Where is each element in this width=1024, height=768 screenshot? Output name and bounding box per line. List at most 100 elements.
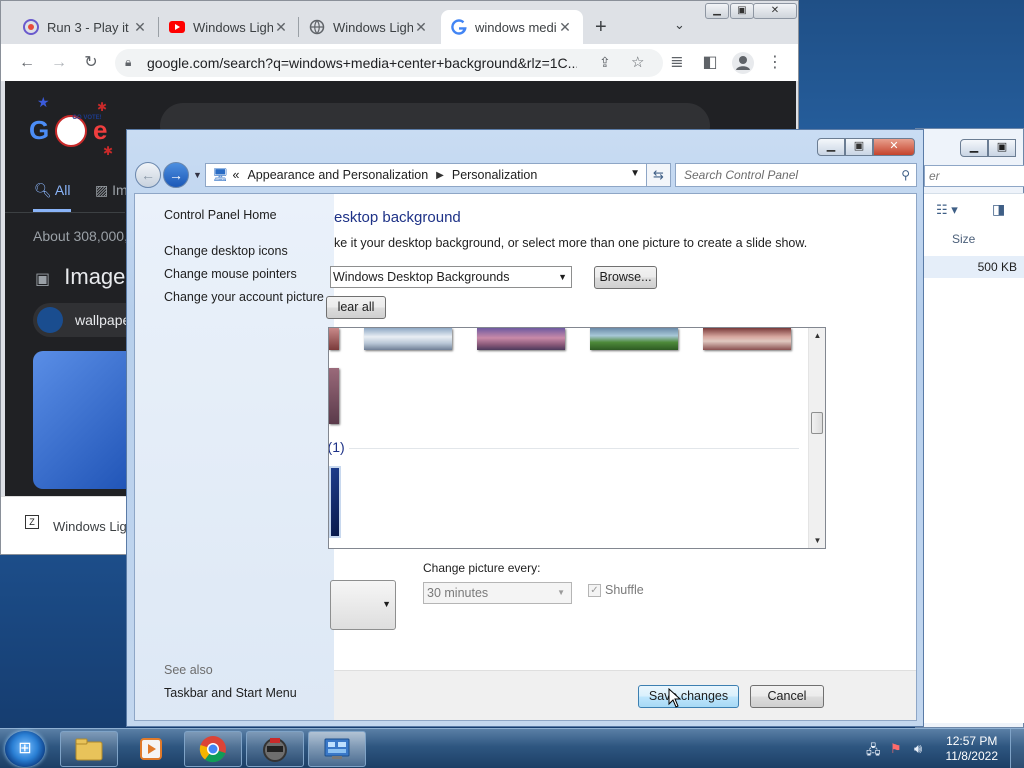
volume-icon[interactable]: 🔊︎ — [914, 741, 922, 757]
control-panel-home-link[interactable]: Control Panel Home — [164, 208, 277, 222]
minimize-icon[interactable]: ▁ — [960, 139, 988, 157]
share-icon[interactable]: ⇪ — [599, 54, 611, 71]
reading-list-icon[interactable]: ≣ — [667, 53, 687, 73]
scroll-thumb[interactable] — [811, 412, 823, 434]
save-changes-button[interactable]: Save changes — [638, 685, 739, 708]
file-row[interactable]: 500 KB — [924, 256, 1024, 278]
lock-icon: 🔒︎ — [125, 55, 132, 69]
wallpaper-thumbnail[interactable] — [329, 368, 339, 424]
close-tab-icon[interactable]: ✕ — [273, 19, 289, 36]
taskbar-media-player[interactable] — [122, 731, 180, 767]
browse-button[interactable]: Browse... — [594, 266, 657, 289]
show-desktop-button[interactable] — [1010, 729, 1024, 768]
refresh-icon[interactable]: ⇆ — [647, 163, 671, 187]
shuffle-checkbox[interactable]: ✓ Shuffle — [588, 583, 644, 597]
wallpaper-thumbnail-selected[interactable] — [329, 466, 341, 538]
download-item[interactable]: Windows Lig — [53, 519, 127, 534]
svg-text:★: ★ — [37, 94, 50, 110]
scroll-down-icon[interactable]: ▼ — [809, 536, 825, 545]
tab-images[interactable]: ▨ Im — [95, 182, 128, 199]
minimize-icon[interactable]: ▁ — [705, 3, 729, 19]
forward-icon[interactable]: → — [163, 162, 189, 188]
action-center-flag-icon[interactable]: ⚑ — [890, 741, 902, 757]
breadcrumb-overflow[interactable]: « — [233, 168, 240, 182]
breadcrumb-arrow-icon[interactable]: ▶ — [436, 170, 444, 181]
maximize-icon[interactable]: ▣ — [845, 138, 873, 156]
profile-avatar[interactable] — [732, 52, 754, 74]
change-picture-label: Change picture every: — [423, 561, 541, 575]
maximize-icon[interactable]: ▣ — [988, 139, 1016, 157]
tab-search-chevron-icon[interactable]: ⌄ — [674, 17, 685, 33]
interval-select[interactable]: 30 minutes ▼ — [423, 582, 572, 604]
tab-all[interactable]: 🔍︎ All — [34, 182, 70, 199]
close-icon[interactable]: ✕ — [753, 3, 797, 19]
globe-icon — [309, 19, 325, 35]
clock[interactable]: 12:57 PM 11/8/2022 — [946, 734, 999, 764]
picture-location-select[interactable]: Windows Desktop Backgrounds ▼ — [330, 266, 572, 288]
tab-youtube[interactable]: Windows Ligh ✕ — [159, 10, 299, 44]
side-panel-icon[interactable]: ◧ — [700, 53, 720, 73]
tab-windows-light[interactable]: Windows Ligh ✕ — [299, 10, 439, 44]
change-desktop-icons-link[interactable]: Change desktop icons — [164, 244, 288, 258]
scroll-up-icon[interactable]: ▲ — [809, 331, 825, 340]
back-icon[interactable]: ← — [17, 53, 37, 73]
network-icon[interactable]: 🖧︎ — [866, 741, 881, 763]
wallpaper-thumbnail[interactable] — [364, 328, 452, 350]
windows-logo-icon: ⊞ — [18, 740, 32, 757]
caption-buttons: ▁ ▣ ✕ — [817, 138, 915, 156]
back-icon[interactable]: ← — [135, 162, 161, 188]
picture-position-select[interactable]: ▼ — [330, 580, 396, 630]
tab-title: windows medi — [475, 19, 557, 35]
gallery-scrollbar[interactable]: ▲ ▼ — [808, 328, 825, 548]
checkmark-icon: ✓ — [588, 583, 601, 597]
recent-pages-icon[interactable]: ▼ — [193, 170, 202, 180]
view-options-icon[interactable]: ☷ ▾ — [936, 202, 958, 218]
taskbar-app[interactable] — [246, 731, 304, 767]
page-title: esktop background — [334, 209, 461, 226]
tab-run3[interactable]: Run 3 - Play it ✕ — [13, 10, 158, 44]
wallpaper-thumbnail[interactable] — [329, 328, 339, 350]
taskbar-explorer[interactable] — [60, 731, 118, 767]
breadcrumb-appearance[interactable]: Appearance and Personalization — [247, 168, 428, 182]
chrome-toolbar: ← → ↻ 🔒︎ google.com/search?q=windows+med… — [1, 44, 798, 81]
wallpaper-thumbnail[interactable] — [590, 328, 678, 350]
preview-pane-icon[interactable]: ◨ — [992, 201, 1005, 218]
address-dropdown-icon[interactable]: ▼ — [630, 168, 640, 179]
taskbar-start-menu-link[interactable]: Taskbar and Start Menu — [164, 686, 297, 700]
search-icon[interactable]: ⚲ — [901, 164, 910, 186]
taskbar-control-panel[interactable] — [308, 731, 366, 767]
start-button[interactable]: ⊞ — [5, 731, 45, 767]
close-tab-icon[interactable]: ✕ — [132, 19, 148, 36]
tab-windows-media[interactable]: windows medi ✕ — [441, 10, 583, 44]
file-list: ☷ ▾ ◨ Size 500 KB — [924, 193, 1024, 723]
search-control-panel-input[interactable]: Search Control Panel ⚲ — [675, 163, 917, 187]
tab-title: Run 3 - Play it — [47, 19, 129, 35]
close-tab-icon[interactable]: ✕ — [413, 19, 429, 36]
close-tab-icon[interactable]: ✕ — [557, 19, 573, 36]
google-doodle[interactable]: ★ ✱ ✱ G e GO VOTE! — [23, 91, 123, 161]
forward-icon[interactable]: → — [49, 53, 69, 73]
omnibox[interactable]: 🔒︎ google.com/search?q=windows+media+cen… — [115, 49, 663, 77]
bookmark-star-icon[interactable]: ☆ — [631, 53, 644, 71]
dialog-footer: Save changes Cancel — [334, 670, 916, 720]
cancel-button[interactable]: Cancel — [750, 685, 824, 708]
wallpaper-thumbnail[interactable] — [477, 328, 565, 350]
column-size[interactable]: Size — [952, 232, 975, 246]
clear-all-button[interactable]: lear all — [326, 296, 386, 319]
file-icon: Z — [25, 515, 39, 529]
content-area: Control Panel Home Change desktop icons … — [134, 193, 917, 721]
change-mouse-pointers-link[interactable]: Change mouse pointers — [164, 267, 297, 281]
wallpaper-thumbnail[interactable] — [703, 328, 791, 350]
breadcrumb-personalization[interactable]: Personalization — [452, 168, 537, 182]
minimize-icon[interactable]: ▁ — [817, 138, 845, 156]
change-account-picture-link[interactable]: Change your account picture — [164, 290, 324, 304]
address-bar[interactable]: 🖥︎ « Appearance and Personalization ▶ Pe… — [205, 163, 647, 187]
reload-icon[interactable]: ↻ — [81, 53, 101, 73]
media-player-icon — [140, 738, 162, 760]
maximize-icon[interactable]: ▣ — [730, 3, 754, 19]
new-tab-icon[interactable]: + — [595, 16, 607, 39]
close-icon[interactable]: ✕ — [873, 138, 915, 156]
explorer-search-input[interactable]: er — [924, 165, 1024, 187]
menu-kebab-icon[interactable]: ⋮ — [765, 53, 785, 73]
taskbar-chrome[interactable] — [184, 731, 242, 767]
